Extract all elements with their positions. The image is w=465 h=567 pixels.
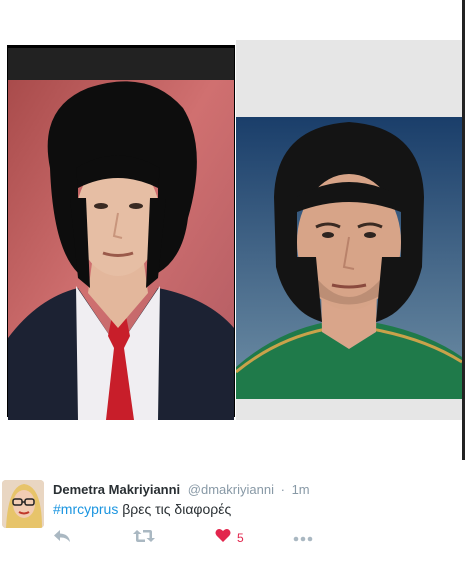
tweet-text: #mrcyprus βρες τις διαφορές	[53, 500, 231, 518]
timestamp[interactable]: 1m	[292, 482, 310, 497]
user-handle[interactable]: @dmakriyianni	[188, 482, 274, 497]
separator: ·	[280, 482, 285, 497]
like-button[interactable]: 5	[215, 528, 244, 548]
avatar[interactable]	[2, 480, 44, 528]
like-count: 5	[237, 531, 244, 545]
retweet-icon	[133, 528, 155, 549]
hashtag-link[interactable]: #mrcyprus	[53, 501, 118, 517]
tweet-body: βρες τις διαφορές	[118, 501, 232, 517]
tweet-media[interactable]: OY	[0, 0, 465, 460]
reply-icon	[53, 528, 71, 549]
more-icon	[293, 529, 313, 547]
heart-icon	[215, 528, 231, 548]
tweet-actions: 5	[53, 528, 353, 548]
right-photo[interactable]	[236, 117, 462, 399]
display-name[interactable]: Demetra Makriyianni	[53, 482, 180, 497]
tweet[interactable]: Demetra Makriyianni @dmakriyianni · 1m #…	[0, 460, 465, 567]
left-photo[interactable]: OY	[8, 48, 234, 420]
more-button[interactable]	[293, 528, 313, 548]
tweet-header: Demetra Makriyianni @dmakriyianni · 1m	[53, 482, 310, 498]
retweet-button[interactable]	[133, 528, 155, 548]
reply-button[interactable]	[53, 528, 71, 548]
